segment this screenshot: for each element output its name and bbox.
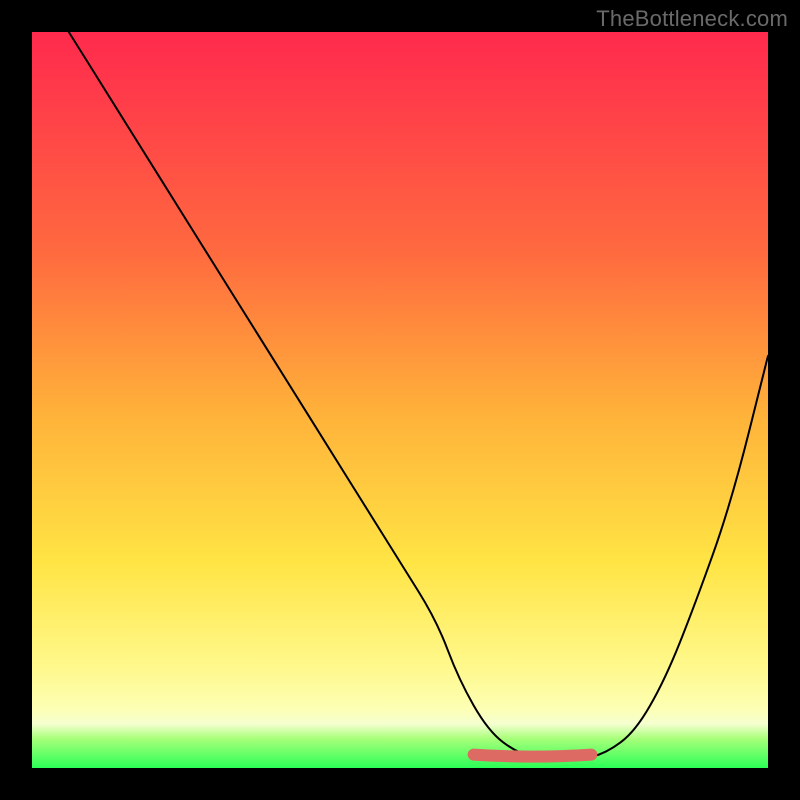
plot-area	[32, 32, 768, 768]
optimal-range-marker	[474, 755, 592, 757]
curve-svg	[32, 32, 768, 768]
chart-frame: TheBottleneck.com	[0, 0, 800, 800]
bottleneck-curve	[69, 32, 768, 761]
watermark-text: TheBottleneck.com	[596, 6, 788, 32]
